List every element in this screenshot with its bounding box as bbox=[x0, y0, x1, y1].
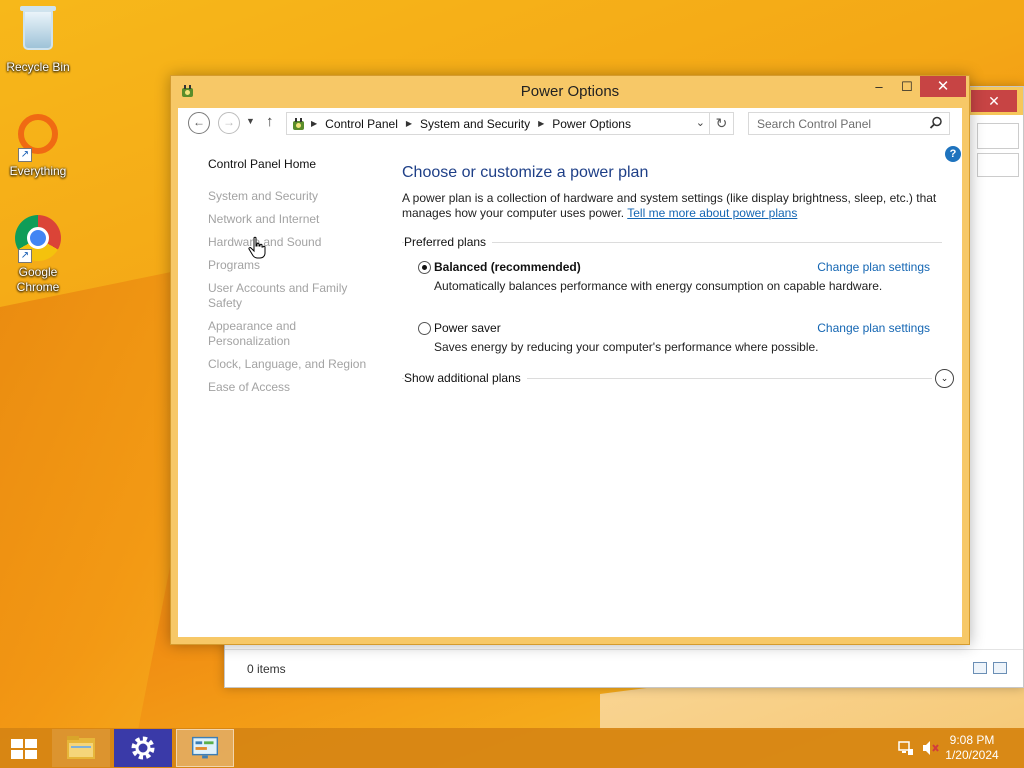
sidebar: Control Panel Home System and Security N… bbox=[208, 157, 378, 403]
window-titlebar[interactable]: Power Options – ☐ ✕ bbox=[171, 76, 969, 106]
sidebar-item-clock-language-region[interactable]: Clock, Language, and Region bbox=[208, 357, 378, 372]
sidebar-item-programs[interactable]: Programs bbox=[208, 258, 378, 273]
preferred-plans-label: Preferred plans bbox=[404, 235, 493, 249]
breadcrumb-separator-icon[interactable]: ▶ bbox=[311, 117, 317, 131]
desktop-icon-label: Google Chrome bbox=[16, 265, 60, 294]
taskbar-control-panel[interactable] bbox=[176, 729, 234, 767]
power-options-window: Power Options – ☐ ✕ ← → ▼ ↑ ▶ Control Pa… bbox=[170, 75, 970, 645]
clock-time: 9:08 PM bbox=[949, 733, 995, 747]
large-icons-view-icon[interactable] bbox=[993, 662, 1007, 674]
show-additional-plans[interactable]: Show additional plans ⌄ bbox=[402, 369, 962, 389]
navigation-bar: ← → ▼ ↑ ▶ Control Panel ▶ System and Sec… bbox=[178, 108, 962, 138]
breadcrumb-system-and-security[interactable]: System and Security bbox=[420, 117, 530, 131]
refresh-icon[interactable]: ↻ bbox=[710, 112, 734, 135]
sidebar-item-hardware-and-sound[interactable]: Hardware and Sound bbox=[208, 235, 378, 250]
taskbar: 9:08 PM 1/20/2024 bbox=[0, 728, 1024, 768]
recent-locations-chevron-icon[interactable]: ▼ bbox=[246, 116, 255, 126]
show-additional-plans-label[interactable]: Show additional plans bbox=[404, 371, 527, 385]
sidebar-item-user-accounts[interactable]: User Accounts and Family Safety bbox=[208, 281, 378, 311]
sidebar-item-control-panel-home[interactable]: Control Panel Home bbox=[208, 157, 378, 171]
recycle-bin-icon bbox=[14, 6, 62, 58]
forward-arrow-icon[interactable]: → bbox=[218, 112, 240, 134]
close-button[interactable]: ✕ bbox=[920, 76, 966, 97]
learn-more-link[interactable]: Tell me more about power plans bbox=[627, 206, 797, 220]
taskbar-file-explorer[interactable] bbox=[52, 729, 110, 767]
page-title: Choose or customize a power plan bbox=[402, 164, 649, 181]
change-plan-settings-link[interactable]: Change plan settings bbox=[817, 260, 930, 274]
chrome-icon: ↗ bbox=[14, 215, 62, 263]
minimize-button[interactable]: – bbox=[865, 76, 893, 97]
address-bar[interactable]: ▶ Control Panel ▶ System and Security ▶ … bbox=[286, 112, 710, 135]
plan-description: Saves energy by reducing your computer's… bbox=[434, 340, 819, 354]
page-description: A power plan is a collection of hardware… bbox=[402, 191, 942, 221]
status-item-count: 0 items bbox=[247, 662, 286, 676]
maximize-button[interactable]: ☐ bbox=[893, 76, 921, 97]
details-view-icon[interactable] bbox=[973, 662, 987, 674]
breadcrumb-separator-icon[interactable]: ▶ bbox=[406, 117, 412, 131]
background-window-close-button[interactable]: ✕ bbox=[971, 90, 1017, 112]
main-panel: Choose or customize a power plan A power… bbox=[402, 164, 962, 389]
sidebar-item-ease-of-access[interactable]: Ease of Access bbox=[208, 380, 378, 395]
desktop-icon-everything[interactable]: ↗ Everything bbox=[0, 110, 76, 179]
desktop-icon-google-chrome[interactable]: ↗ Google Chrome bbox=[0, 214, 76, 295]
background-window-search-fragment[interactable] bbox=[977, 153, 1019, 177]
search-box bbox=[748, 112, 950, 135]
status-bar: 0 items bbox=[225, 649, 1023, 687]
gear-icon bbox=[131, 736, 155, 760]
expand-chevron-icon[interactable]: ⌄ bbox=[935, 369, 954, 388]
plan-power-saver-radio[interactable] bbox=[418, 322, 431, 335]
desktop-icon-label: Everything bbox=[9, 164, 67, 178]
background-window-toolbar-fragment bbox=[977, 123, 1019, 149]
shortcut-arrow-icon: ↗ bbox=[18, 249, 32, 263]
plan-description: Automatically balances performance with … bbox=[434, 279, 883, 293]
desktop-icon-recycle-bin[interactable]: Recycle Bin bbox=[0, 6, 76, 75]
search-input[interactable] bbox=[749, 113, 919, 134]
sidebar-item-network-and-internet[interactable]: Network and Internet bbox=[208, 212, 378, 227]
control-panel-icon bbox=[293, 118, 304, 130]
breadcrumb-power-options[interactable]: Power Options bbox=[552, 117, 631, 131]
sidebar-item-appearance[interactable]: Appearance and Personalization bbox=[208, 319, 378, 349]
network-icon[interactable] bbox=[898, 740, 914, 756]
taskbar-clock[interactable]: 9:08 PM 1/20/2024 bbox=[942, 733, 1002, 763]
volume-muted-icon[interactable] bbox=[922, 740, 940, 756]
content-area: ? Control Panel Home System and Security… bbox=[178, 138, 962, 637]
windows-start-icon[interactable] bbox=[10, 738, 38, 760]
plan-balanced: Balanced (recommended) Automatically bal… bbox=[402, 260, 962, 312]
everything-icon: ↗ bbox=[14, 114, 62, 162]
breadcrumb-control-panel[interactable]: Control Panel bbox=[325, 117, 398, 131]
search-icon[interactable] bbox=[929, 116, 943, 130]
desktop-icon-label: Recycle Bin bbox=[6, 60, 70, 74]
breadcrumb: ▶ Control Panel ▶ System and Security ▶ … bbox=[311, 117, 631, 131]
control-panel-icon bbox=[191, 736, 219, 759]
sidebar-item-system-and-security[interactable]: System and Security bbox=[208, 189, 378, 204]
up-arrow-icon[interactable]: ↑ bbox=[266, 113, 274, 130]
help-icon[interactable]: ? bbox=[945, 146, 961, 162]
back-arrow-icon[interactable]: ← bbox=[188, 112, 210, 134]
folder-icon bbox=[67, 736, 95, 759]
preferred-plans-header: Preferred plans bbox=[402, 235, 962, 251]
taskbar-settings[interactable] bbox=[114, 729, 172, 767]
change-plan-settings-link[interactable]: Change plan settings bbox=[817, 321, 930, 335]
plan-balanced-radio[interactable] bbox=[418, 261, 431, 274]
breadcrumb-separator-icon[interactable]: ▶ bbox=[538, 117, 544, 131]
chevron-down-icon[interactable]: ⌄ bbox=[696, 116, 705, 129]
plan-name[interactable]: Balanced (recommended) bbox=[434, 260, 581, 274]
plan-power-saver: Power saver Saves energy by reducing you… bbox=[402, 321, 962, 373]
clock-date: 1/20/2024 bbox=[945, 748, 999, 762]
hand-cursor-icon bbox=[248, 236, 266, 259]
view-toggle bbox=[973, 662, 1007, 674]
shortcut-arrow-icon: ↗ bbox=[18, 148, 32, 162]
plan-name[interactable]: Power saver bbox=[434, 321, 501, 335]
window-title: Power Options bbox=[520, 83, 620, 100]
